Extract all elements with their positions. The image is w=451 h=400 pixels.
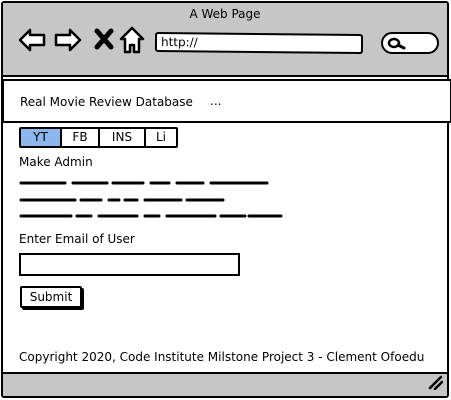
footer-copyright: Copyright 2020, Code Institute Milstone … [19, 350, 425, 364]
url-bar[interactable]: http:// [154, 31, 364, 55]
home-icon[interactable] [117, 25, 147, 55]
back-arrow-icon[interactable] [17, 25, 47, 55]
resize-grip-icon[interactable] [427, 374, 444, 394]
header-ellipsis[interactable]: ... [210, 94, 221, 108]
site-brand[interactable]: Real Movie Review Database [20, 95, 193, 109]
section-title: Make Admin [19, 155, 93, 169]
browser-chrome: A Web Page http:// [3, 3, 447, 77]
search-icon [387, 37, 406, 50]
tab-ins[interactable]: INS [99, 127, 145, 148]
window-title: A Web Page [189, 7, 261, 21]
site-header: Real Movie Review Database ... [2, 79, 451, 123]
email-label: Enter Email of User [19, 232, 135, 246]
browser-window: A Web Page http:// Real Movie Review Dat… [1, 1, 451, 398]
forward-arrow-icon[interactable] [53, 25, 83, 55]
placeholder-text-scribble [19, 181, 283, 218]
email-field[interactable] [19, 253, 240, 276]
browser-search[interactable] [381, 32, 439, 54]
status-bar [3, 372, 447, 396]
social-tabs: YT FB INS Li [19, 127, 178, 148]
tab-li[interactable]: Li [145, 127, 178, 148]
tab-fb[interactable]: FB [61, 127, 99, 148]
tab-yt[interactable]: YT [19, 127, 61, 148]
submit-button[interactable]: Submit [20, 286, 82, 308]
